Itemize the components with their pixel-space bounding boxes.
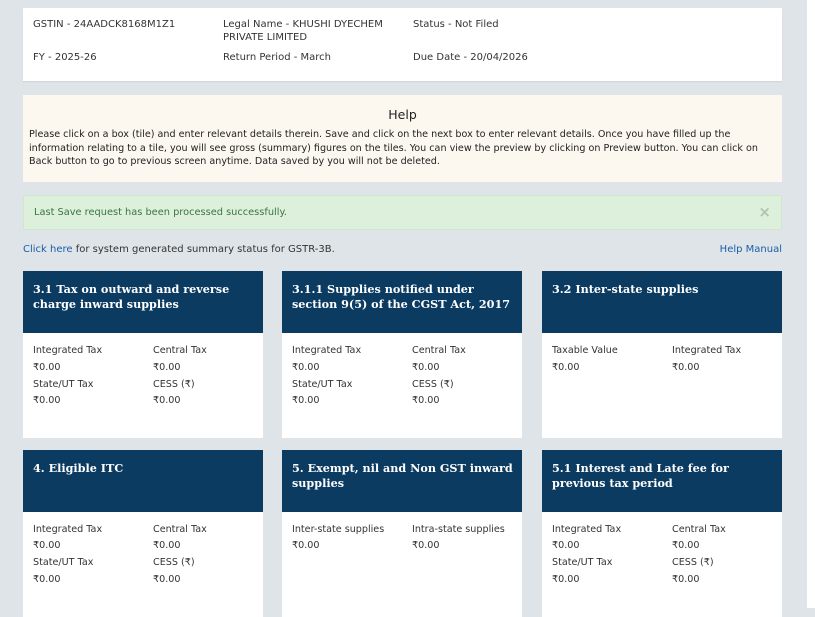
field-label: State/UT Tax	[33, 379, 94, 390]
field-value: ₹0.00	[672, 540, 700, 551]
help-manual-link[interactable]: Help Manual	[720, 244, 782, 255]
tile-title: 3.1 Tax on outward and reverse charge in…	[33, 282, 230, 311]
tile-4-eligible-itc[interactable]: 4. Eligible ITC Integrated Tax ₹0.00 Cen…	[23, 450, 263, 617]
click-here-link[interactable]: Click here	[23, 244, 73, 255]
legal-name-line2: PRIVATE LIMITED	[223, 32, 308, 43]
field-value: ₹0.00	[33, 574, 61, 585]
close-icon[interactable]: ×	[758, 203, 771, 221]
tile-title: 5.1 Interest and Late fee for previous t…	[552, 461, 729, 490]
summary-status-text: for system generated summary status for …	[72, 244, 335, 255]
field-value: ₹0.00	[672, 362, 700, 373]
field-value: ₹0.00	[153, 574, 181, 585]
status-text: Status - Not Filed	[413, 19, 499, 30]
field-value: ₹0.00	[33, 395, 61, 406]
tile-3-2-inter-state[interactable]: 3.2 Inter-state supplies Taxable Value ₹…	[542, 271, 782, 438]
success-alert-text: Last Save request has been processed suc…	[34, 207, 288, 218]
tile-header: 4. Eligible ITC	[23, 450, 263, 512]
field-label: Central Tax	[153, 524, 207, 535]
field-value: ₹0.00	[153, 395, 181, 406]
field-label: State/UT Tax	[292, 379, 353, 390]
legal-name-line1: Legal Name - KHUSHI DYECHEM	[223, 19, 383, 30]
field-value: ₹0.00	[672, 574, 700, 585]
gstin-text: GSTIN - 24AADCK8168M1Z1	[33, 19, 176, 30]
due-date-text: Due Date - 20/04/2026	[413, 52, 528, 63]
field-label: Integrated Tax	[552, 524, 622, 535]
tile-header: 3.1 Tax on outward and reverse charge in…	[23, 271, 263, 333]
field-label: Central Tax	[412, 345, 466, 356]
field-value: ₹0.00	[412, 395, 440, 406]
legal-name-text: Legal Name - KHUSHI DYECHEM PRIVATE LIMI…	[223, 18, 383, 44]
field-label: Integrated Tax	[292, 345, 362, 356]
field-value: ₹0.00	[153, 540, 181, 551]
field-label: Taxable Value	[552, 345, 618, 356]
return-period-text: Return Period - March	[223, 52, 331, 63]
tile-body: Integrated Tax ₹0.00 Central Tax ₹0.00 S…	[282, 333, 522, 438]
field-value: ₹0.00	[412, 362, 440, 373]
tile-title: 4. Eligible ITC	[33, 461, 124, 475]
field-value: ₹0.00	[33, 362, 61, 373]
tile-body: Integrated Tax ₹0.00 Central Tax ₹0.00 S…	[23, 512, 263, 617]
field-value: ₹0.00	[33, 540, 61, 551]
field-label: State/UT Tax	[552, 557, 613, 568]
field-label: Central Tax	[672, 524, 726, 535]
field-label: CESS (₹)	[672, 557, 714, 568]
tile-header: 5.1 Interest and Late fee for previous t…	[542, 450, 782, 512]
field-value: ₹0.00	[292, 540, 320, 551]
fy-text: FY - 2025-26	[33, 52, 97, 63]
field-label: CESS (₹)	[412, 379, 454, 390]
tile-header: 3.1.1 Supplies notified under section 9(…	[282, 271, 522, 333]
field-label: CESS (₹)	[153, 557, 195, 568]
field-label: Intra-state supplies	[412, 524, 505, 535]
tile-3-1-outward-supplies[interactable]: 3.1 Tax on outward and reverse charge in…	[23, 271, 263, 438]
field-label: Integrated Tax	[672, 345, 742, 356]
field-value: ₹0.00	[552, 362, 580, 373]
field-value: ₹0.00	[292, 362, 320, 373]
tile-body: Inter-state supplies ₹0.00 Intra-state s…	[282, 512, 522, 617]
tile-3-1-1-section-9-5[interactable]: 3.1.1 Supplies notified under section 9(…	[282, 271, 522, 438]
help-text: Please click on a box (tile) and enter r…	[29, 129, 758, 167]
tile-header: 3.2 Inter-state supplies	[542, 271, 782, 333]
tile-body: Taxable Value ₹0.00 Integrated Tax ₹0.00	[542, 333, 782, 438]
field-label: Integrated Tax	[33, 345, 103, 356]
success-alert: Last Save request has been processed suc…	[23, 195, 782, 230]
tile-body: Integrated Tax ₹0.00 Central Tax ₹0.00 S…	[542, 512, 782, 617]
tile-title: 5. Exempt, nil and Non GST inward suppli…	[292, 461, 513, 490]
tile-header: 5. Exempt, nil and Non GST inward suppli…	[282, 450, 522, 512]
field-label: CESS (₹)	[153, 379, 195, 390]
tile-title: 3.1.1 Supplies notified under section 9(…	[292, 282, 511, 311]
return-info-card: GSTIN - 24AADCK8168M1Z1 Legal Name - KHU…	[23, 8, 782, 81]
summary-status-row: Click here for system generated summary …	[23, 244, 335, 255]
tile-title: 3.2 Inter-state supplies	[552, 282, 699, 296]
page-scroll-edge	[807, 0, 815, 608]
field-value: ₹0.00	[552, 540, 580, 551]
field-value: ₹0.00	[552, 574, 580, 585]
help-panel: Help Please click on a box (tile) and en…	[23, 95, 782, 182]
field-label: State/UT Tax	[33, 557, 94, 568]
tile-5-exempt-nil-non-gst[interactable]: 5. Exempt, nil and Non GST inward suppli…	[282, 450, 522, 617]
field-value: ₹0.00	[412, 540, 440, 551]
field-label: Inter-state supplies	[292, 524, 385, 535]
field-value: ₹0.00	[292, 395, 320, 406]
field-value: ₹0.00	[153, 362, 181, 373]
field-label: Central Tax	[153, 345, 207, 356]
help-title: Help	[388, 107, 417, 122]
tile-body: Integrated Tax ₹0.00 Central Tax ₹0.00 S…	[23, 333, 263, 438]
field-label: Integrated Tax	[33, 524, 103, 535]
tile-5-1-interest-late-fee[interactable]: 5.1 Interest and Late fee for previous t…	[542, 450, 782, 617]
